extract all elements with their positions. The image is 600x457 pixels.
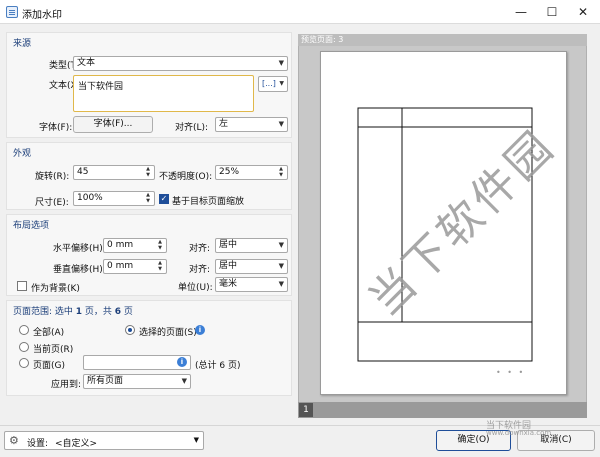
range-prefix: 页面范围: 选中 xyxy=(13,307,76,317)
pages-input[interactable]: i xyxy=(83,355,191,370)
valign-value: 居中 xyxy=(219,261,238,271)
apply-select[interactable]: 所有页面 ▼ xyxy=(83,374,191,389)
font-label: 字体(F): xyxy=(39,123,73,133)
layout-section: 布局选项 水平偏移(H): 0 mm ▲ ▼ 对齐: 居中 ▼ 垂直偏移(H): 0 … xyxy=(6,214,292,296)
preview-header: 预览页面: 3 xyxy=(298,34,587,46)
maximize-button[interactable]: ☐ xyxy=(537,2,567,22)
insert-macro-button[interactable]: [...] ▼ xyxy=(258,76,288,92)
background-checkbox[interactable] xyxy=(17,281,27,291)
page-range-header: 页面范围: 选中 1 页，共 6 页 xyxy=(13,304,133,317)
spin-arrows-icon: ▲ ▼ xyxy=(158,239,162,251)
voffset-spinner[interactable]: 0 mm ▲ ▼ xyxy=(103,259,167,274)
unit-label: 单位(U): xyxy=(178,283,213,293)
chevron-down-icon: ▼ xyxy=(278,241,284,249)
page-number-badge[interactable]: 1 xyxy=(299,403,313,417)
source-header: 来源 xyxy=(13,39,32,49)
size-spinner[interactable]: 100% ▲ ▼ xyxy=(73,191,155,206)
info-icon: i xyxy=(177,357,187,367)
size-label: 尺寸(E): xyxy=(35,198,69,208)
radio-all[interactable] xyxy=(19,325,29,335)
background-label: 作为背景(K) xyxy=(31,284,80,294)
selected-pages-label: 选择的页面(S) xyxy=(139,328,197,338)
align-value: 左 xyxy=(219,119,229,129)
halign-label: 对齐: xyxy=(189,244,211,254)
watermark-text-value: 当下软件园 xyxy=(78,82,124,92)
spin-arrows-icon: ▲ ▼ xyxy=(279,166,283,178)
minimize-button[interactable]: — xyxy=(506,2,536,22)
opacity-spinner[interactable]: 25% ▲ ▼ xyxy=(215,165,288,180)
scale-checkbox[interactable]: ✓ xyxy=(159,194,169,204)
pages-label: 页面(G) xyxy=(33,361,65,371)
scale-label: 基于目标页面缩放 xyxy=(172,197,245,207)
preview-footer xyxy=(298,402,587,418)
info-icon[interactable]: i xyxy=(195,325,205,335)
chevron-down-icon: ▼ xyxy=(278,120,284,128)
all-label: 全部(A) xyxy=(33,328,65,338)
source-section: 来源 类型(T): 文本 ▼ 文本(X): 当下软件园 [...] ▼ 字体(F):… xyxy=(6,32,292,138)
close-button[interactable]: ✕ xyxy=(568,2,598,22)
range-mid: 页，共 xyxy=(82,307,115,317)
radio-selected-pages[interactable] xyxy=(125,325,135,335)
rotation-label: 旋转(R): xyxy=(35,172,70,182)
appearance-section: 外观 旋转(R): 45 ▲ ▼ 不透明度(O): 25% ▲ ▼ 尺寸(E): 100… xyxy=(6,142,292,210)
brand-url: www.downxia.com xyxy=(486,429,552,437)
apply-label: 应用到: xyxy=(51,380,82,390)
spin-arrows-icon: ▲ ▼ xyxy=(158,260,162,272)
settings-preset-select[interactable]: ⚙ 设置: <自定义> ▼ xyxy=(4,431,204,450)
current-page-label: 当前页(R) xyxy=(33,345,74,355)
app-icon xyxy=(6,6,18,18)
chevron-down-icon: ▼ xyxy=(278,262,284,270)
appearance-header: 外观 xyxy=(13,149,32,159)
gear-icon: ⚙ xyxy=(9,434,19,447)
spin-arrows-icon: ▲ ▼ xyxy=(146,192,150,204)
voffset-label: 垂直偏移(H): xyxy=(53,265,106,275)
pages-total: (总计 6 页) xyxy=(195,361,241,371)
chevron-down-icon: ▼ xyxy=(278,59,284,67)
hoffset-label: 水平偏移(H): xyxy=(53,244,106,254)
maximize-icon: ☐ xyxy=(546,5,558,19)
type-value: 文本 xyxy=(77,58,96,68)
apply-value: 所有页面 xyxy=(87,376,124,386)
opacity-label: 不透明度(O): xyxy=(159,172,213,182)
rotation-spinner[interactable]: 45 ▲ ▼ xyxy=(73,165,155,180)
minimize-icon: — xyxy=(515,5,527,19)
settings-label: 设置: xyxy=(27,439,49,449)
range-suffix: 页 xyxy=(121,307,133,317)
align-label: 对齐(L): xyxy=(175,123,209,133)
layout-header: 布局选项 xyxy=(13,221,50,231)
chevron-down-icon: ▼ xyxy=(279,80,284,87)
watermark-text-field[interactable]: 当下软件园 xyxy=(73,75,254,112)
type-select[interactable]: 文本 ▼ xyxy=(73,56,288,71)
chevron-down-icon: ▼ xyxy=(193,436,199,444)
preview-page: 当下软件园 • • • xyxy=(320,51,567,395)
valign-label: 对齐: xyxy=(189,265,211,275)
voffset-value: 0 mm xyxy=(107,261,134,271)
align-select[interactable]: 左 ▼ xyxy=(215,117,288,132)
more-pages-indicator: • • • xyxy=(496,368,526,377)
page-range-section: 页面范围: 选中 1 页，共 6 页 全部(A) 选择的页面(S) i 当前页(… xyxy=(6,300,292,396)
radio-pages[interactable] xyxy=(19,358,29,368)
chevron-down-icon: ▼ xyxy=(278,280,284,288)
size-value: 100% xyxy=(77,193,103,203)
opacity-value: 25% xyxy=(219,167,240,177)
valign-select[interactable]: 居中 ▼ xyxy=(215,259,288,274)
rotation-value: 45 xyxy=(77,167,89,177)
radio-current-page[interactable] xyxy=(19,342,29,352)
settings-value: <自定义> xyxy=(55,439,98,449)
chevron-down-icon: ▼ xyxy=(181,377,187,385)
hoffset-value: 0 mm xyxy=(107,240,134,250)
hoffset-spinner[interactable]: 0 mm ▲ ▼ xyxy=(103,238,167,253)
halign-select[interactable]: 居中 ▼ xyxy=(215,238,288,253)
insert-macro-label: [...] xyxy=(262,79,276,88)
unit-select[interactable]: 毫米 ▼ xyxy=(215,277,288,292)
window-title: 添加水印 xyxy=(22,10,62,21)
font-button[interactable]: 字体(F)... xyxy=(73,116,153,133)
spin-arrows-icon: ▲ ▼ xyxy=(146,166,150,178)
halign-value: 居中 xyxy=(219,240,238,250)
close-icon: ✕ xyxy=(577,5,589,19)
unit-value: 毫米 xyxy=(219,279,238,289)
